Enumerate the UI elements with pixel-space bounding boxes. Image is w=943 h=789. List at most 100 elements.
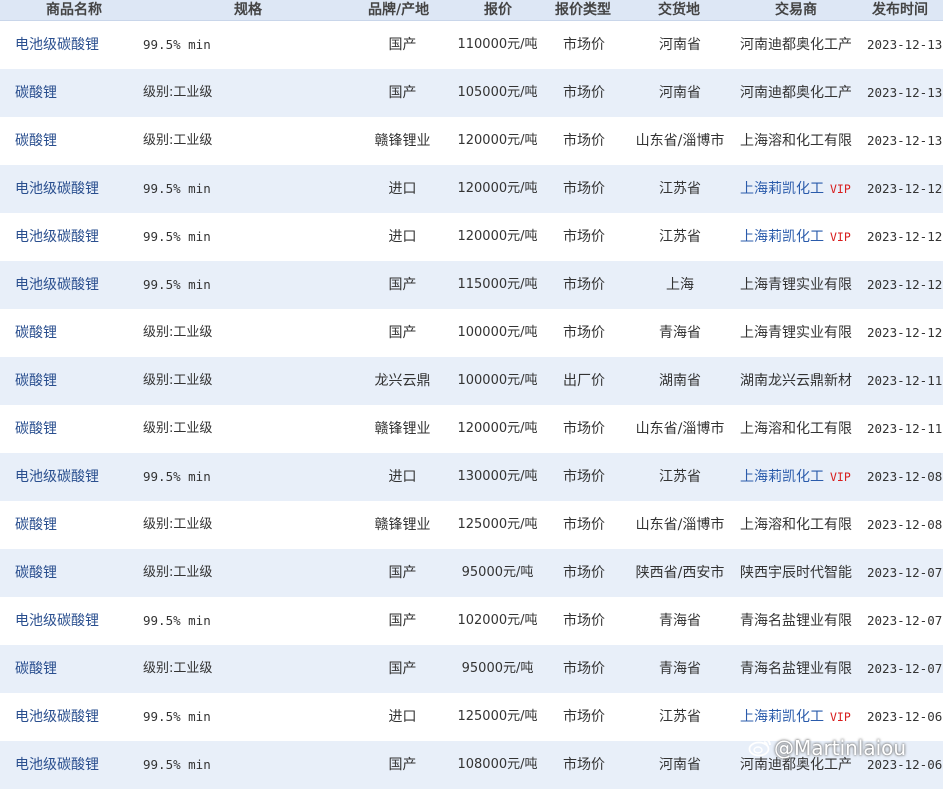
delivery-cell: 江苏省 [659,469,701,485]
product-name-link[interactable]: 碳酸锂 [15,309,57,357]
trader-name: 上海溶和化工有限 [740,421,852,437]
header-trader: 交易商 [775,2,817,18]
price-type-cell: 市场价 [563,277,605,293]
vip-badge: VIP [830,710,851,724]
trader-cell[interactable]: 上海莉凯化工 VIP [740,213,851,261]
spec-cell: 99.5% min [143,469,211,484]
spec-cell: 99.5% min [143,229,211,244]
delivery-cell: 青海省 [659,661,701,677]
product-name-link[interactable]: 电池级碳酸锂 [15,261,99,309]
header-price: 报价 [484,2,512,18]
price-cell: 105000元/吨 [457,85,538,100]
brand-cell: 国产 [388,757,417,773]
trader-cell[interactable]: 上海莉凯化工 VIP [740,453,851,501]
table-row: 电池级碳酸锂 99.5% min 国产 110000元/吨 市场价 河南省 河南迪都奥化工产… [0,21,943,69]
product-name-link[interactable]: 电池级碳酸锂 [15,597,99,645]
trader-name[interactable]: 上海莉凯化工 [740,181,824,197]
spec-cell: 级别:工业级 [143,325,213,340]
spec-cell: 级别:工业级 [143,133,213,148]
table-row: 碳酸锂 级别:工业级 国产 100000元/吨 市场价 青海省 上海青锂实业有限 2023-1… [0,309,943,357]
trader-name: 青海名盐锂业有限 [740,613,852,629]
table-row: 碳酸锂 级别:工业级 赣锋锂业 125000元/吨 市场价 山东省/淄博市 上海溶和化工有限… [0,501,943,549]
price-type-cell: 市场价 [563,709,605,725]
price-cell: 108000元/吨 [457,757,538,772]
price-type-cell: 市场价 [563,757,605,773]
spec-cell: 级别:工业级 [143,661,213,676]
trader-cell: 上海青锂实业有限 [740,261,852,309]
trader-cell: 上海溶和化工有限 [740,501,852,549]
trader-name[interactable]: 上海莉凯化工 [740,469,824,485]
product-name-link[interactable]: 电池级碳酸锂 [15,453,99,501]
trader-name: 陕西宇辰时代智能 [740,565,852,581]
brand-cell: 进口 [388,229,417,245]
product-name-link[interactable]: 碳酸锂 [15,117,57,165]
header-price-type: 报价类型 [555,2,611,18]
spec-cell: 99.5% min [143,277,211,292]
product-name-link[interactable]: 碳酸锂 [15,549,57,597]
price-cell: 115000元/吨 [457,277,538,292]
trader-cell: 湖南龙兴云鼎新材 [740,357,852,405]
delivery-cell: 青海省 [659,613,701,629]
trader-cell: 青海名盐锂业有限 [740,597,852,645]
price-type-cell: 市场价 [563,85,605,101]
spec-cell: 级别:工业级 [143,85,213,100]
price-cell: 95000元/吨 [461,661,534,676]
product-name-link[interactable]: 电池级碳酸锂 [15,741,99,789]
price-cell: 120000元/吨 [457,133,538,148]
product-name-link[interactable]: 电池级碳酸锂 [15,165,99,213]
spec-cell: 级别:工业级 [143,421,213,436]
header-spec: 规格 [234,2,262,18]
trader-name: 上海青锂实业有限 [740,277,852,293]
delivery-cell: 湖南省 [659,373,701,389]
price-cell: 95000元/吨 [461,565,534,580]
delivery-cell: 河南省 [659,37,701,53]
spec-cell: 99.5% min [143,181,211,196]
spec-cell: 级别:工业级 [143,565,213,580]
date-cell: 2023-12-08 [867,517,943,532]
date-cell: 2023-12-08 [867,469,943,484]
price-cell: 120000元/吨 [457,421,538,436]
brand-cell: 国产 [388,325,417,341]
brand-cell: 国产 [388,277,417,293]
trader-name[interactable]: 上海莉凯化工 [740,229,824,245]
table-row: 碳酸锂 级别:工业级 赣锋锂业 120000元/吨 市场价 山东省/淄博市 上海溶和化工有限… [0,405,943,453]
price-type-cell: 市场价 [563,325,605,341]
date-cell: 2023-12-13 [867,37,943,52]
product-name-link[interactable]: 电池级碳酸锂 [15,21,99,69]
delivery-cell: 河南省 [659,757,701,773]
spec-cell: 99.5% min [143,757,211,772]
table-row: 电池级碳酸锂 99.5% min 国产 102000元/吨 市场价 青海省 青海名盐锂业有限… [0,597,943,645]
product-name-link[interactable]: 碳酸锂 [15,357,57,405]
brand-cell: 进口 [388,181,417,197]
delivery-cell: 江苏省 [659,181,701,197]
spec-cell: 级别:工业级 [143,517,213,532]
price-cell: 100000元/吨 [457,325,538,340]
product-name-link[interactable]: 碳酸锂 [15,405,57,453]
table-row: 电池级碳酸锂 99.5% min 国产 115000元/吨 市场价 上海 上海青锂实业有限 2… [0,261,943,309]
date-cell: 2023-12-07 [867,613,943,628]
vip-badge: VIP [830,230,851,244]
trader-cell[interactable]: 上海莉凯化工 VIP [740,165,851,213]
brand-cell: 国产 [388,661,417,677]
delivery-cell: 山东省/淄博市 [635,133,725,149]
product-name-link[interactable]: 碳酸锂 [15,645,57,693]
brand-cell: 赣锋锂业 [374,517,431,533]
product-name-link[interactable]: 碳酸锂 [15,69,57,117]
date-cell: 2023-12-11 [867,373,943,388]
product-name-link[interactable]: 电池级碳酸锂 [15,693,99,741]
price-cell: 120000元/吨 [457,181,538,196]
product-name-link[interactable]: 电池级碳酸锂 [15,213,99,261]
price-cell: 130000元/吨 [457,469,538,484]
trader-name: 青海名盐锂业有限 [740,661,852,677]
price-type-cell: 市场价 [563,421,605,437]
price-type-cell: 市场价 [563,181,605,197]
trader-cell: 青海名盐锂业有限 [740,645,852,693]
delivery-cell: 上海 [666,277,694,293]
header-brand: 品牌/产地 [368,2,430,18]
trader-cell: 河南迪都奥化工产 [740,21,852,69]
delivery-cell: 江苏省 [659,229,701,245]
trader-name[interactable]: 上海莉凯化工 [740,709,824,725]
price-cell: 110000元/吨 [457,37,538,52]
delivery-cell: 山东省/淄博市 [635,517,725,533]
product-name-link[interactable]: 碳酸锂 [15,501,57,549]
